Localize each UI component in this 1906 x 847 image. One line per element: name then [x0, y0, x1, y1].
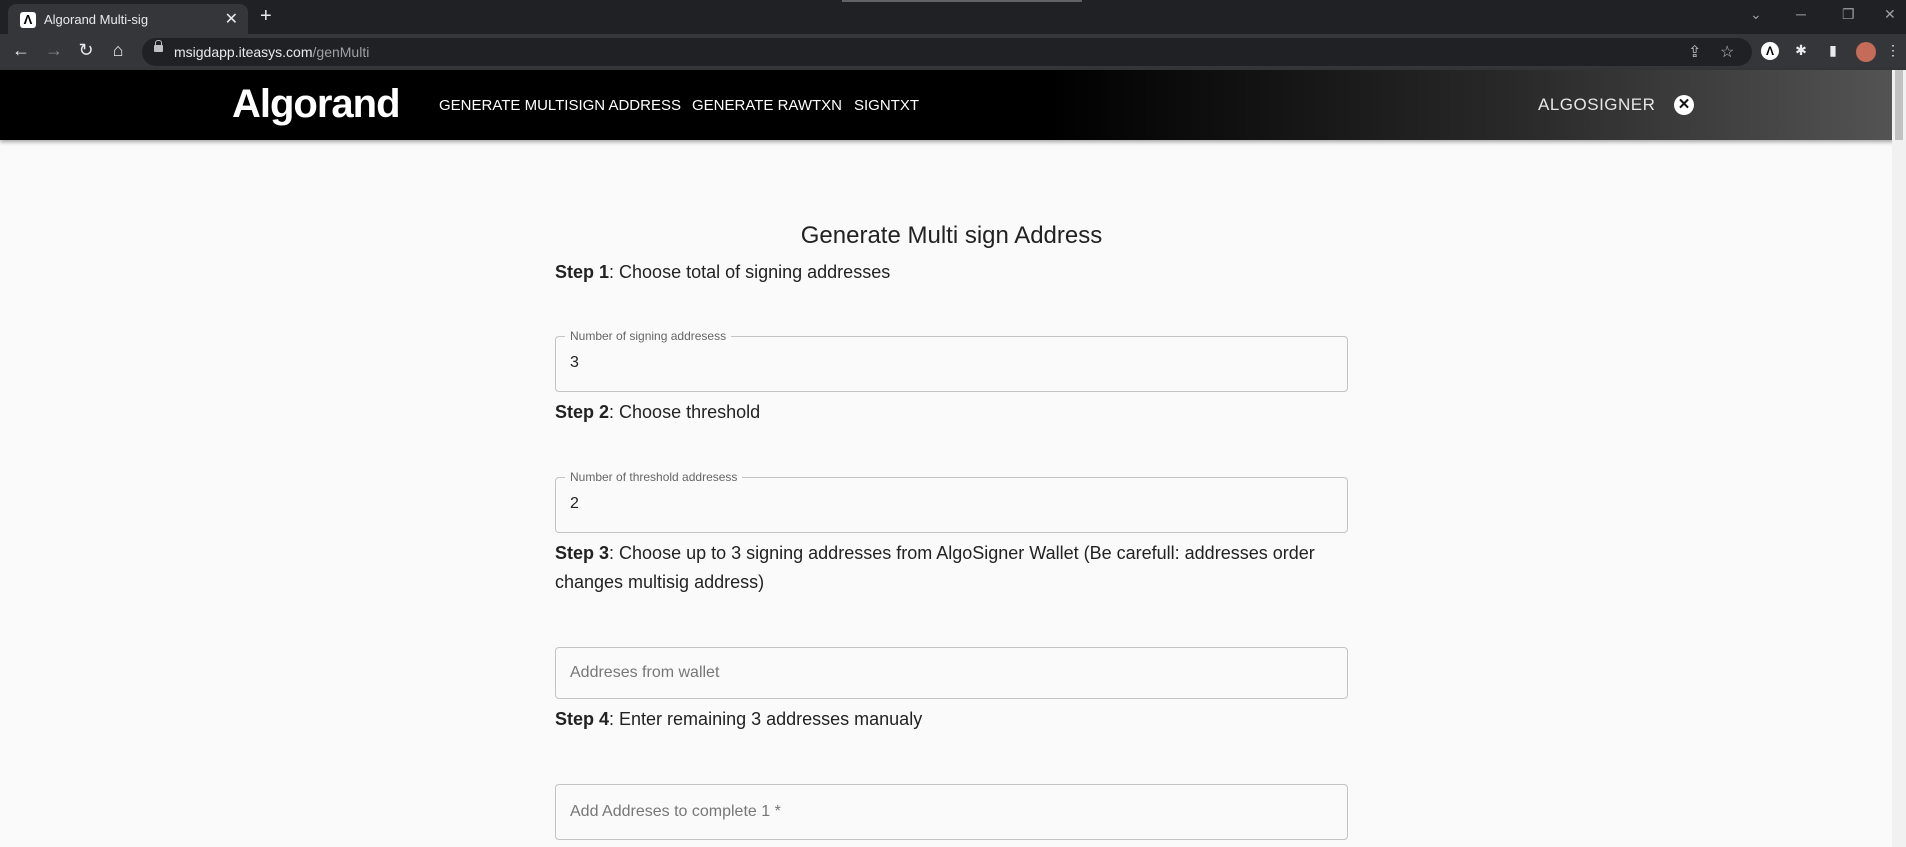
minimize-icon[interactable]: ─: [1796, 6, 1806, 22]
signing-addresses-count-field[interactable]: Number of signing addresess 3: [555, 329, 1348, 392]
app-header: Algorand GENERATE MULTISIGN ADDRESS GENE…: [0, 70, 1906, 140]
address-bar[interactable]: msigdapp.iteasys.com/genMulti ⇪ ☆: [142, 38, 1752, 66]
nav-generate-multisign-address[interactable]: GENERATE MULTISIGN ADDRESS: [439, 97, 681, 114]
reload-icon[interactable]: ↻: [74, 40, 98, 61]
page-scrollbar[interactable]: [1892, 70, 1906, 847]
restore-icon[interactable]: ❐: [1842, 6, 1855, 23]
home-icon[interactable]: ⌂: [106, 40, 130, 61]
threshold-field-value[interactable]: 2: [570, 495, 579, 513]
bookmark-star-icon[interactable]: ☆: [1720, 42, 1734, 62]
close-window-icon[interactable]: ✕: [1884, 6, 1896, 23]
disconnect-close-icon[interactable]: ✕: [1674, 95, 1694, 115]
scrollbar-thumb[interactable]: [1895, 70, 1903, 140]
page-title: Generate Multi sign Address: [800, 222, 1103, 249]
wallet-addresses-select[interactable]: Addreses from wallet: [555, 647, 1348, 699]
browser-tab[interactable]: Λ Algorand Multi-sig ✕: [8, 4, 248, 34]
side-panel-icon[interactable]: ▮: [1824, 42, 1842, 60]
browser-toolbar: ← → ↻ ⌂ msigdapp.iteasys.com/genMulti ⇪ …: [0, 34, 1906, 70]
signing-field-label: Number of signing addresess: [565, 329, 732, 343]
step3-instruction: Step 3: Choose up to 3 signing addresses…: [555, 543, 1315, 592]
url-text[interactable]: msigdapp.iteasys.com/genMulti: [174, 44, 369, 60]
step2-instruction: Step 2: Choose threshold: [555, 402, 761, 422]
signing-field-value[interactable]: 3: [570, 354, 579, 372]
new-tab-button[interactable]: +: [260, 5, 272, 28]
threshold-count-field[interactable]: Number of threshold addresess 2: [555, 470, 1348, 533]
share-icon[interactable]: ⇪: [1688, 42, 1701, 62]
manual-address-input[interactable]: Add Addreses to complete 1 *: [555, 784, 1348, 840]
algorand-logo[interactable]: Algorand: [232, 82, 401, 127]
lock-icon[interactable]: [154, 40, 163, 52]
step4-instruction: Step 4: Enter remaining 3 addresses manu…: [555, 709, 923, 729]
tab-close-icon[interactable]: ✕: [225, 9, 238, 29]
threshold-field-label: Number of threshold addresess: [565, 470, 743, 484]
step1-instruction: Step 1: Choose total of signing addresse…: [555, 262, 891, 282]
manual-address-placeholder: Add Addreses to complete 1 *: [570, 803, 781, 820]
algosigner-logo: ALGOSIGNER: [1538, 95, 1656, 114]
nav-generate-rawtxn[interactable]: GENERATE RAWTXN: [692, 97, 842, 114]
algosigner-extension-icon[interactable]: Λ: [1761, 42, 1779, 60]
tab-search-chevron-icon[interactable]: ⌄: [1750, 6, 1762, 23]
wallet-addresses-placeholder: Addreses from wallet: [570, 664, 720, 681]
extensions-puzzle-icon[interactable]: ✱: [1792, 42, 1810, 60]
browser-menu-icon[interactable]: ⋮: [1886, 42, 1900, 60]
browser-tabstrip: Λ Algorand Multi-sig ✕ + ⌄ ─ ❐ ✕: [0, 0, 1906, 34]
forward-arrow-icon[interactable]: →: [42, 40, 66, 61]
algorand-favicon-icon: Λ: [20, 12, 36, 28]
tab-title: Algorand Multi-sig: [44, 12, 149, 27]
tab-search-indicator: [842, 0, 1082, 2]
nav-signtxt[interactable]: SIGNTXT: [854, 97, 919, 114]
profile-avatar[interactable]: [1856, 42, 1876, 62]
back-arrow-icon[interactable]: ←: [9, 40, 33, 61]
